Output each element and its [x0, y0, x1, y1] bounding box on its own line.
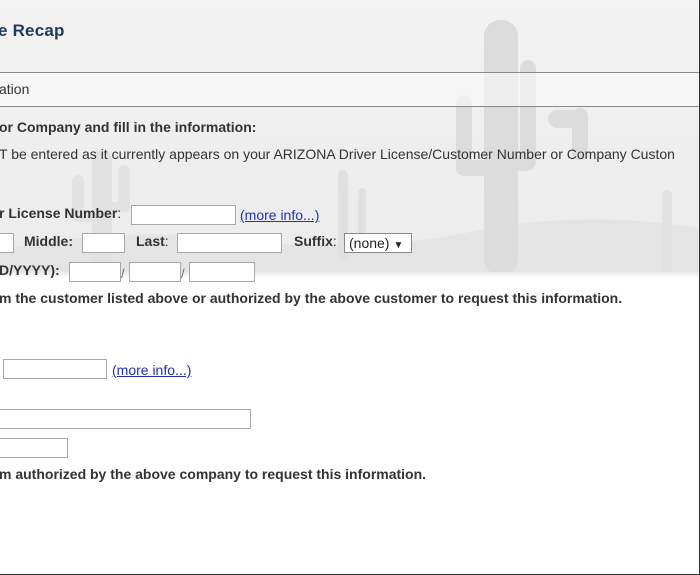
- dob-month-input[interactable]: [69, 262, 121, 282]
- dob-label: D/YYYY):: [0, 262, 60, 278]
- company-name-input[interactable]: [0, 409, 251, 429]
- license-number-label: r License Number:: [0, 205, 122, 221]
- first-name-input[interactable]: [0, 233, 14, 253]
- section-header: ation: [0, 72, 699, 107]
- last-name-label: Last:: [136, 233, 169, 249]
- page-title: e Recap: [0, 21, 65, 40]
- chevron-down-icon: ▼: [393, 240, 404, 251]
- suffix-select[interactable]: (none) ▼: [344, 233, 412, 253]
- section-header-label: ation: [0, 81, 30, 97]
- customer-attestation: m the customer listed above or authorize…: [0, 290, 623, 306]
- select-instruction: or Company and fill in the information:: [0, 119, 257, 135]
- company-attestation: m authorized by the above company to req…: [0, 466, 427, 482]
- company-extra-input[interactable]: [0, 438, 68, 458]
- last-name-input[interactable]: [177, 233, 282, 253]
- browser-frame: e Recap ation or Company and fill in the…: [0, 0, 700, 575]
- entry-note: T be entered as it currently appears on …: [0, 146, 675, 162]
- dob-day-input[interactable]: [129, 262, 181, 282]
- dob-year-input[interactable]: [189, 262, 255, 282]
- dob-separator: /: [121, 266, 125, 281]
- license-number-input[interactable]: [131, 205, 236, 225]
- suffix-select-value: (none): [349, 235, 390, 251]
- license-more-info-link[interactable]: (more info...): [240, 207, 319, 223]
- dob-separator: /: [181, 266, 185, 281]
- suffix-label: Suffix:: [294, 233, 337, 249]
- company-customer-number-input[interactable]: [3, 359, 107, 379]
- middle-name-label: Middle:: [24, 233, 73, 249]
- company-more-info-link[interactable]: (more info...): [112, 362, 191, 378]
- middle-name-input[interactable]: [82, 233, 125, 253]
